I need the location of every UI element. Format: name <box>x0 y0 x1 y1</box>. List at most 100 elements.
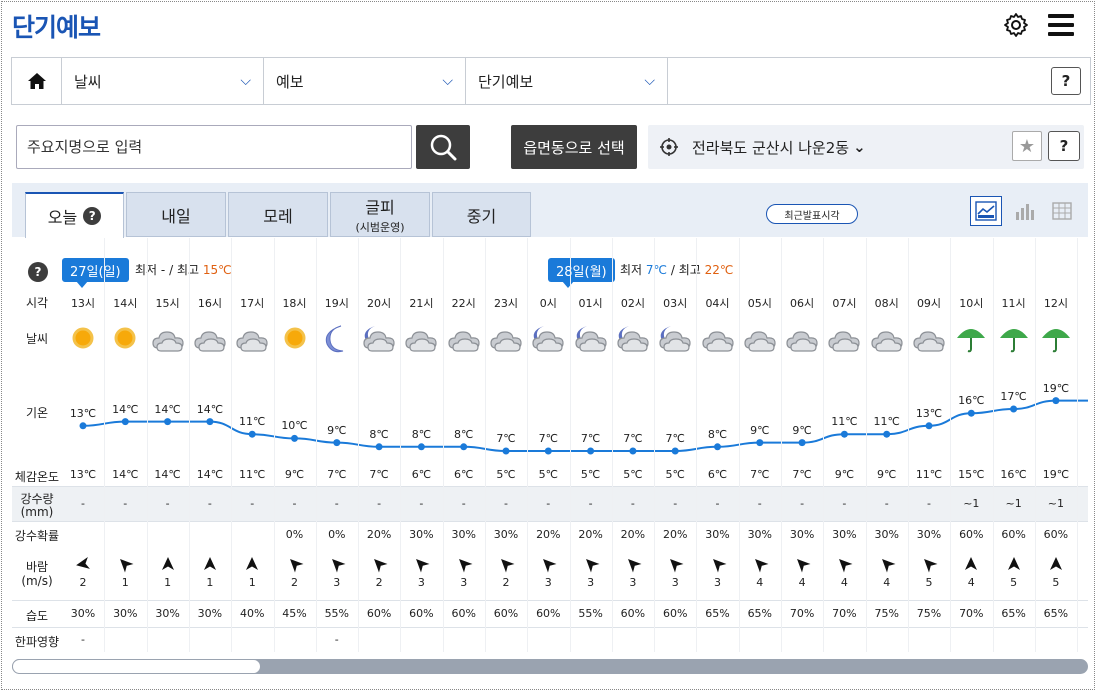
wind-arrow-icon <box>541 556 557 573</box>
wind-arrow-icon <box>288 556 303 573</box>
rain-amount-cell: - <box>757 497 762 510</box>
humidity-cell: 65% <box>1001 607 1026 620</box>
humidity-cell: 70% <box>789 607 815 620</box>
cold-impact-cell: - <box>81 633 85 646</box>
rain-prob-cell: 30% <box>451 528 476 541</box>
rain-prob-cell: 60% <box>959 528 984 541</box>
wind-speed-cell: 1 <box>248 576 256 589</box>
feel-temp-cell: 13℃ <box>69 468 97 481</box>
feel-temp-cell: 19℃ <box>1042 468 1070 481</box>
temperature-point <box>883 430 891 438</box>
high-label: 최고 <box>678 263 701 277</box>
cloud-weather-icon <box>234 322 270 354</box>
wind-arrow-icon <box>753 556 769 573</box>
day-badge-today: 27일(일) <box>62 258 129 288</box>
bar-chart-icon <box>1016 204 1034 220</box>
rain-amount-cell: - <box>927 497 931 510</box>
location-help-button[interactable]: ? <box>1048 131 1080 161</box>
row-label-rain-unit: (mm) <box>20 505 54 519</box>
chevron-down-icon: ⌵ <box>644 73 655 89</box>
nav-dropdown-forecast[interactable]: 예보 ⌵ <box>264 58 466 104</box>
rain-amount-cell: - <box>504 497 508 510</box>
temperature-point <box>502 447 510 455</box>
rain-prob-cell: 20% <box>662 528 688 541</box>
time-cell: 02시 <box>620 297 645 310</box>
search-button[interactable] <box>416 125 470 169</box>
tab-mid-term[interactable]: 중기 <box>432 192 531 237</box>
time-cell: 12시 <box>1043 297 1068 310</box>
temp-label: 16℃ <box>958 394 985 408</box>
low-label: 최저 <box>620 263 643 277</box>
day-temp-summary-tomorrow: 최저 7℃ / 최고 22℃ <box>620 263 734 277</box>
graph-view-button[interactable] <box>970 196 1002 226</box>
humidity-cell: 65% <box>1043 607 1069 620</box>
temp-label: 11℃ <box>873 415 900 429</box>
row-label-wind-unit: (m/s) <box>21 574 53 588</box>
rain-amount-cell: - <box>123 497 128 510</box>
tab-three-days[interactable]: 글피 (시범운영) <box>330 192 430 237</box>
table-view-button[interactable] <box>1046 196 1078 226</box>
wind-speed-cell: 3 <box>671 576 679 589</box>
rain-weather-icon <box>1038 322 1074 354</box>
chevron-down-icon: ⌵ <box>442 73 453 89</box>
favorite-star-button[interactable]: ★ <box>1012 131 1042 161</box>
feel-temp-cell: 5℃ <box>580 468 601 481</box>
settings-gear-icon[interactable] <box>1003 12 1029 38</box>
humidity-cell: 60% <box>536 607 561 620</box>
help-icon[interactable]: ? <box>28 262 48 282</box>
humidity-cell: 30% <box>155 607 180 620</box>
nav-dropdown-weather[interactable]: 날씨 ⌵ <box>62 58 264 104</box>
feel-temp-cell: 7℃ <box>369 468 389 481</box>
time-cell: 23시 <box>493 297 519 310</box>
nav-dropdown-short-term[interactable]: 단기예보 ⌵ <box>466 58 668 104</box>
wind-speed-cell: 1 <box>206 576 214 589</box>
temp-label: 14℃ <box>112 402 139 416</box>
time-cell: 15시 <box>155 297 180 310</box>
table-icon <box>1052 202 1072 220</box>
temperature-point <box>756 439 764 447</box>
latest-release-button[interactable]: 최근발표시각 <box>766 204 858 224</box>
tab-sublabel: (시범운영) <box>355 221 405 234</box>
temperature-point <box>1052 397 1060 405</box>
wind-arrow-icon <box>584 556 600 573</box>
bar-view-button[interactable] <box>1008 196 1040 226</box>
location-name: 전라북도 군산시 나운2동 <box>692 138 850 157</box>
sun-weather-icon <box>107 322 143 354</box>
feel-temp-cell: 16℃ <box>1000 468 1027 481</box>
home-button[interactable] <box>12 58 62 104</box>
scrollbar-thumb[interactable] <box>12 659 261 674</box>
column-separator <box>1077 238 1078 652</box>
tab-today[interactable]: 오늘? <box>25 192 124 238</box>
cloud-weather-icon <box>826 322 862 354</box>
tab-day-after[interactable]: 모레 <box>228 192 328 237</box>
rain-prob-cell: 20% <box>620 528 646 541</box>
wind-arrow-icon <box>372 556 388 573</box>
forecast-grid: ? 27일(일) 최저 - / 최고 15℃ 28일(월) 최저 7℃ / 최고… <box>12 238 1088 652</box>
crosshair-icon[interactable] <box>660 138 678 156</box>
mooncloud-weather-icon <box>361 322 397 354</box>
rain-amount-cell: ~1 <box>1005 497 1022 510</box>
menu-hamburger-icon[interactable] <box>1048 14 1074 36</box>
select-by-district-button[interactable]: 읍면동으로 선택 <box>511 125 637 169</box>
feel-temp-cell: 9℃ <box>877 468 897 481</box>
feel-temp-cell: 14℃ <box>112 468 139 481</box>
help-icon[interactable]: ? <box>83 207 102 225</box>
time-cell: 21시 <box>409 297 434 310</box>
wind-speed-cell: 3 <box>417 576 425 589</box>
wind-speed-cell: 2 <box>79 576 87 589</box>
tab-tomorrow[interactable]: 내일 <box>126 192 226 237</box>
low-value: 7℃ <box>645 263 668 277</box>
star-icon: ★ <box>1018 135 1036 157</box>
tab-label: 오늘 <box>47 208 78 227</box>
rain-weather-icon <box>953 322 989 354</box>
rain-prob-cell: 20% <box>536 528 561 541</box>
time-cell: 22시 <box>451 297 476 310</box>
wind-speed-cell: 2 <box>502 576 510 589</box>
rain-amount-cell: - <box>461 497 466 510</box>
temperature-point <box>333 439 341 447</box>
nav-help-button[interactable]: ? <box>1051 67 1081 95</box>
wind-arrow-icon <box>668 556 684 573</box>
rain-amount-cell: - <box>588 497 593 510</box>
search-input[interactable] <box>16 125 412 169</box>
